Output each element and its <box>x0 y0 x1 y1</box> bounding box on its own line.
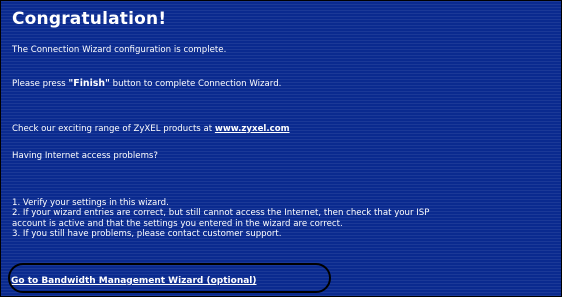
finish-instruction-after: button to complete Connection Wizard. <box>109 79 282 89</box>
products-line: Check our exciting range of ZyXEL produc… <box>12 124 290 134</box>
step-item: 3. If you still have problems, please co… <box>12 229 282 240</box>
finish-instruction-before: Please press <box>12 79 69 89</box>
step-item: 1. Verify your settings in this wizard. <box>12 198 169 208</box>
finish-word: "Finish" <box>68 78 110 89</box>
troubleshooting-steps: 1. Verify your settings in this wizard. … <box>12 198 429 240</box>
bandwidth-wizard-link[interactable]: Go to Bandwidth Management Wizard (optio… <box>11 276 257 286</box>
complete-message: The Connection Wizard configuration is c… <box>12 45 227 55</box>
problems-heading: Having Internet access problems? <box>12 151 158 161</box>
wizard-panel: Congratulation! The Connection Wizard co… <box>0 0 562 297</box>
step-item: account is active and that the settings … <box>12 218 343 229</box>
page-title: Congratulation! <box>12 9 167 29</box>
products-text: Check our exciting range of ZyXEL produc… <box>12 124 215 134</box>
step-item: 2. If your wizard entries are correct, b… <box>12 208 430 219</box>
zyxel-website-link[interactable]: www.zyxel.com <box>215 124 290 134</box>
finish-instruction: Please press "Finish" button to complete… <box>12 78 282 90</box>
